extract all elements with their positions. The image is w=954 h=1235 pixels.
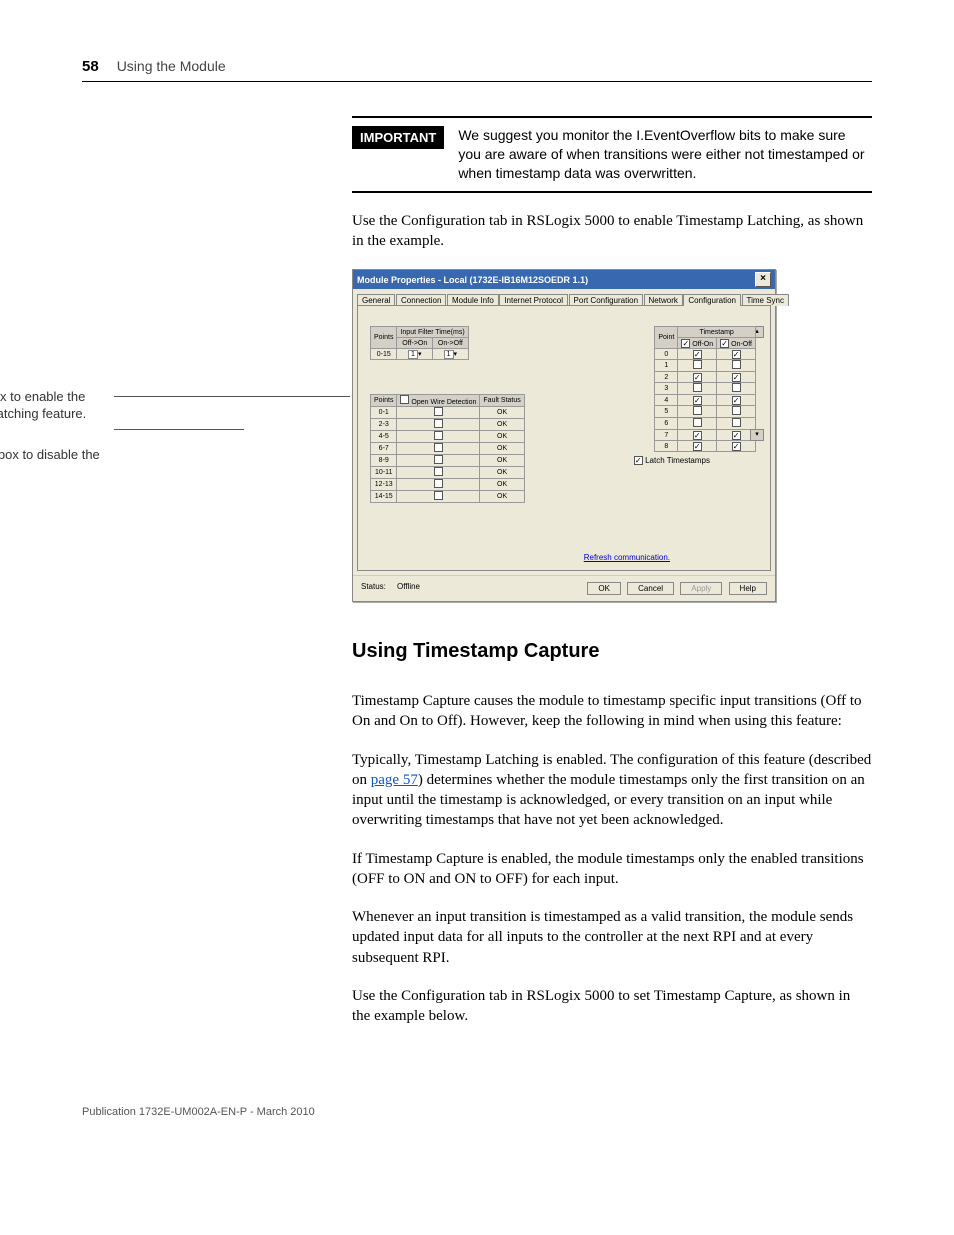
publication-footer: Publication 1732E-UM002A-EN-P - March 20… [82, 1106, 872, 1118]
filter-onoff-select[interactable]: 1▾ [433, 349, 469, 360]
page-number: 58 [82, 58, 99, 75]
fault-row: 4-5OK [371, 431, 525, 443]
ts-row: 1 [655, 360, 756, 372]
input-filter-table: Points Input Filter Time(ms) Off->On On-… [370, 326, 469, 360]
tab-configuration[interactable]: Configuration [683, 294, 741, 306]
filter-offon-select[interactable]: 1▾ [397, 349, 433, 360]
th-timestamp: Timestamp [678, 327, 756, 338]
th-ts-offon[interactable]: Off-On [678, 338, 717, 349]
annotation-disable: Deselect the box to disable the feature. [0, 447, 112, 481]
refresh-communication-link[interactable]: Refresh communication. [584, 553, 670, 562]
chapter-title: Using the Module [117, 58, 226, 74]
page-57-link[interactable]: page 57 [371, 772, 418, 788]
ts-row: 7 [655, 430, 756, 441]
fault-status-table: Points Open Wire Detection Fault Status … [370, 394, 525, 503]
module-properties-dialog: Module Properties - Local (1732E-IB16M12… [352, 269, 776, 602]
dialog-title: Module Properties - Local (1732E-IB16M12… [357, 275, 588, 285]
th-fault-status: Fault Status [480, 395, 524, 407]
th-points: Points [371, 327, 397, 349]
status-value: Offline [397, 582, 420, 591]
fault-row: 12-13OK [371, 479, 525, 491]
section-heading: Using Timestamp Capture [352, 640, 872, 663]
fault-row: 8-9OK [371, 455, 525, 467]
important-callout: IMPORTANT We suggest you monitor the I.E… [352, 116, 872, 193]
help-button[interactable]: Help [729, 582, 767, 595]
ts-row: 0 [655, 349, 756, 360]
status-label: Status: [361, 582, 386, 591]
latch-timestamps-checkbox[interactable]: Latch Timestamps [634, 456, 710, 465]
capture-latching-para: Typically, Timestamp Latching is enabled… [352, 750, 872, 831]
ts-row: 4 [655, 395, 756, 406]
fault-row: 6-7OK [371, 443, 525, 455]
important-text: We suggest you monitor the I.EventOverfl… [458, 126, 872, 183]
tab-strip: General Connection Module Info Internet … [353, 289, 775, 305]
ts-row: 2 [655, 372, 756, 383]
dialog-status-bar: Status: Offline OK Cancel Apply Help [353, 575, 775, 601]
ts-row: 6 [655, 418, 756, 430]
th-on-off: On->Off [433, 338, 469, 349]
th-point: Point [655, 327, 678, 349]
ts-row: 8 [655, 441, 756, 452]
capture-config-para: Use the Configuration tab in RSLogix 500… [352, 986, 872, 1027]
capture-intro: Timestamp Capture causes the module to t… [352, 691, 872, 732]
fault-row: 2-3OK [371, 419, 525, 431]
dialog-titlebar: Module Properties - Local (1732E-IB16M12… [353, 270, 775, 289]
tab-panel: Points Input Filter Time(ms) Off->On On-… [357, 305, 771, 571]
ts-row: 3 [655, 383, 756, 395]
fault-row: 0-1OK [371, 407, 525, 419]
scroll-down-icon[interactable]: ▾ [750, 429, 764, 441]
th-ts-onoff[interactable]: On-Off [717, 338, 756, 349]
annotation-enable: Select this box to enable the Timestamp … [0, 389, 112, 423]
th-filter: Input Filter Time(ms) [397, 327, 468, 338]
th-points2: Points [371, 395, 397, 407]
leader-line-1 [114, 396, 350, 397]
page-header: 58 Using the Module [82, 58, 872, 82]
important-badge: IMPORTANT [352, 126, 444, 149]
th-open-wire: Open Wire Detection [397, 395, 480, 407]
leader-line-2 [114, 429, 244, 430]
intro-paragraph: Use the Configuration tab in RSLogix 500… [352, 211, 872, 252]
fault-row: 14-15OK [371, 491, 525, 503]
th-off-on: Off->On [397, 338, 433, 349]
timestamp-table: Point Timestamp Off-On On-Off 0 1 2 3 4 … [654, 326, 756, 452]
apply-button[interactable]: Apply [680, 582, 722, 595]
filter-row-label: 0-15 [371, 349, 397, 360]
close-icon[interactable]: × [755, 272, 771, 287]
capture-rpi-para: Whenever an input transition is timestam… [352, 907, 872, 968]
fault-row: 10-11OK [371, 467, 525, 479]
ts-row: 5 [655, 406, 756, 418]
screenshot-figure: Select this box to enable the Timestamp … [138, 269, 872, 602]
capture-enabled-para: If Timestamp Capture is enabled, the mod… [352, 849, 872, 890]
cancel-button[interactable]: Cancel [627, 582, 674, 595]
ok-button[interactable]: OK [587, 582, 621, 595]
